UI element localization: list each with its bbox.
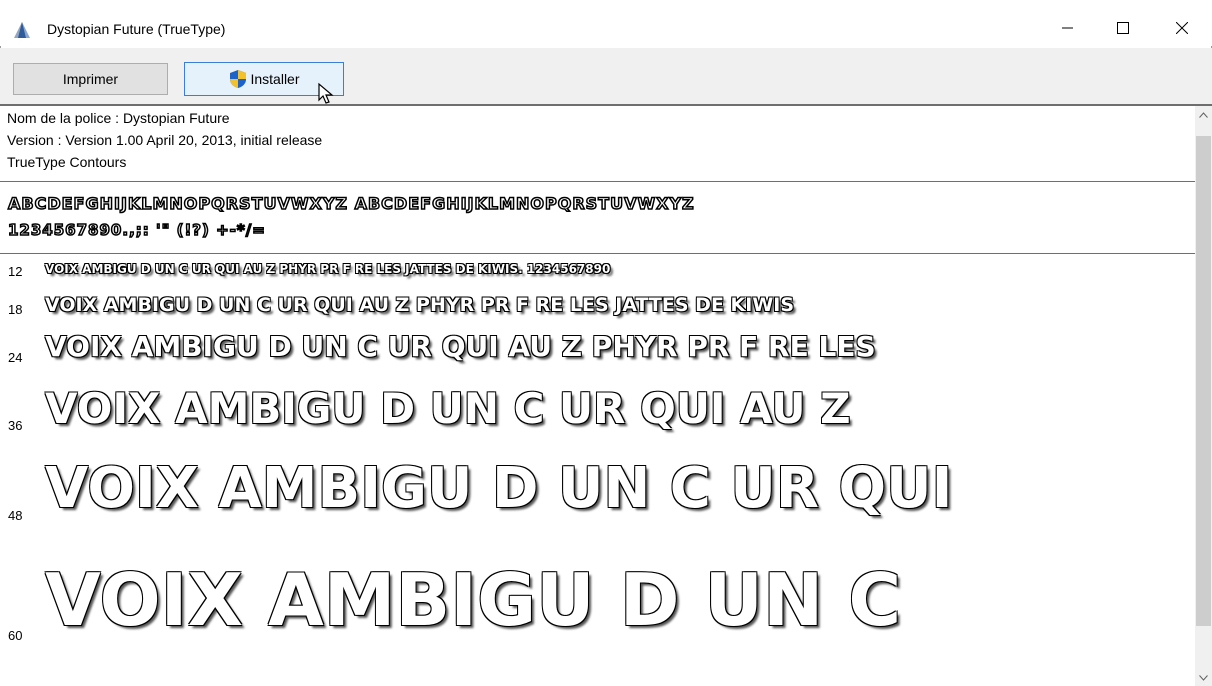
maximize-icon <box>1117 22 1129 34</box>
size-label-24: 24 <box>8 350 23 365</box>
scroll-thumb[interactable] <box>1196 136 1211 626</box>
font-name-line: Nom de la police : Dystopian Future <box>7 110 230 126</box>
size-label-60: 60 <box>8 628 23 643</box>
install-button-label: Installer <box>250 71 300 87</box>
size-label-12: 12 <box>8 264 23 279</box>
title-bar: Dystopian Future (TrueType) <box>0 0 1212 46</box>
font-version-line: Version : Version 1.00 April 20, 2013, i… <box>7 132 323 148</box>
vertical-scrollbar[interactable] <box>1195 106 1212 686</box>
scroll-down-button[interactable] <box>1195 669 1212 686</box>
size-label-18: 18 <box>8 302 23 317</box>
charset-digits: 1234567890.,;: '" (!?) +-*/= <box>7 220 266 240</box>
separator <box>0 253 1195 254</box>
separator <box>0 181 1195 182</box>
toolbar <box>0 48 1212 106</box>
minimize-button[interactable] <box>1048 12 1088 44</box>
mouse-cursor-icon <box>318 82 334 104</box>
close-icon <box>1176 22 1188 34</box>
font-app-icon <box>14 22 30 38</box>
sample-text-36: VOIX AMBIGU D UN C UR QUI AU Z <box>45 384 851 433</box>
charset-uppercase: ABCDEFGHIJKLMNOPQRSTUVWXYZ ABCDEFGHIJKLM… <box>7 193 695 214</box>
font-preview-area: Nom de la police : Dystopian Future Vers… <box>0 106 1195 686</box>
scroll-up-button[interactable] <box>1195 106 1212 123</box>
close-button[interactable] <box>1162 12 1202 44</box>
size-label-48: 48 <box>8 508 23 523</box>
size-label-36: 36 <box>8 418 23 433</box>
shield-icon <box>230 70 247 88</box>
sample-text-24: VOIX AMBIGU D UN C UR QUI AU Z PHYR PR F… <box>45 330 876 363</box>
chevron-down-icon <box>1199 674 1208 681</box>
font-type-line: TrueType Contours <box>7 154 127 170</box>
sample-text-12: VOIX AMBIGU D UN C UR QUI AU Z PHYR PR F… <box>45 262 611 276</box>
window-title: Dystopian Future (TrueType) <box>47 21 226 37</box>
sample-text-60: VOIX AMBIGU D UN C <box>45 558 902 642</box>
sample-text-18: VOIX AMBIGU D UN C UR QUI AU Z PHYR PR F… <box>45 294 795 316</box>
chevron-up-icon <box>1199 111 1208 118</box>
maximize-button[interactable] <box>1103 12 1143 44</box>
sample-text-48: VOIX AMBIGU D UN C UR QUI <box>45 456 953 521</box>
print-button-label: Imprimer <box>62 71 119 87</box>
print-button[interactable]: Imprimer <box>13 63 168 95</box>
minimize-icon <box>1062 27 1073 29</box>
